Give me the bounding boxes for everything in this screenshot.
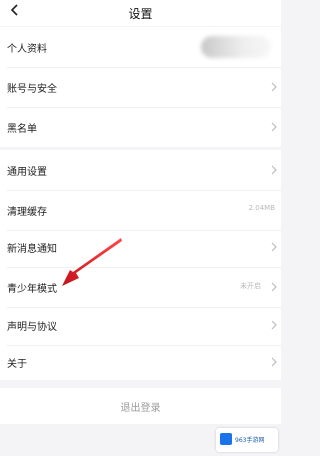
logout-label: 退出登录	[120, 403, 161, 414]
settings-row-profile[interactable]: 个人资料	[0, 27, 281, 67]
avatar	[201, 36, 271, 58]
teen-mode-status: 未开启	[240, 282, 261, 290]
row-label: 清理缓存	[7, 207, 47, 218]
watermark-text: 963手游网	[235, 437, 265, 444]
logo-icon	[220, 433, 232, 445]
chevron-right-icon	[271, 82, 277, 92]
settings-row-notifications[interactable]: 新消息通知	[0, 227, 281, 267]
chevron-right-icon	[271, 357, 277, 367]
row-label: 通用设置	[7, 167, 47, 178]
watermark-logo: 963手游网	[216, 428, 278, 452]
settings-row-general[interactable]: 通用设置	[0, 150, 281, 190]
settings-row-account-security[interactable]: 账号与安全	[0, 67, 281, 107]
row-label: 声明与协议	[7, 322, 57, 333]
settings-row-clear-cache[interactable]: 清理缓存 2.04MB	[0, 190, 281, 230]
chevron-right-icon	[271, 320, 277, 330]
settings-section-general: 通用设置 清理缓存 2.04MB 新消息通知 青少年模式 未开启 声明与协议 关…	[0, 150, 281, 380]
settings-row-teen-mode[interactable]: 青少年模式 未开启	[0, 267, 281, 307]
row-label: 账号与安全	[7, 84, 57, 95]
cache-size-value: 2.04MB	[248, 204, 275, 212]
settings-row-about[interactable]: 关于	[0, 342, 281, 382]
row-label: 新消息通知	[7, 244, 57, 255]
row-label: 个人资料	[7, 44, 47, 55]
chevron-right-icon	[271, 122, 277, 132]
logout-button[interactable]: 退出登录	[0, 388, 281, 424]
chevron-right-icon	[271, 282, 277, 292]
chevron-right-icon	[271, 165, 277, 175]
row-label: 青少年模式	[7, 284, 57, 295]
settings-row-blacklist[interactable]: 黑名单	[0, 107, 281, 147]
navigation-bar: 设置	[0, 0, 281, 26]
settings-section-account: 个人资料 账号与安全 黑名单	[0, 27, 281, 147]
settings-row-agreement[interactable]: 声明与协议	[0, 305, 281, 345]
chevron-right-icon	[271, 242, 277, 252]
page-title: 设置	[128, 7, 153, 21]
row-label: 关于	[7, 359, 27, 370]
row-label: 黑名单	[7, 124, 37, 135]
